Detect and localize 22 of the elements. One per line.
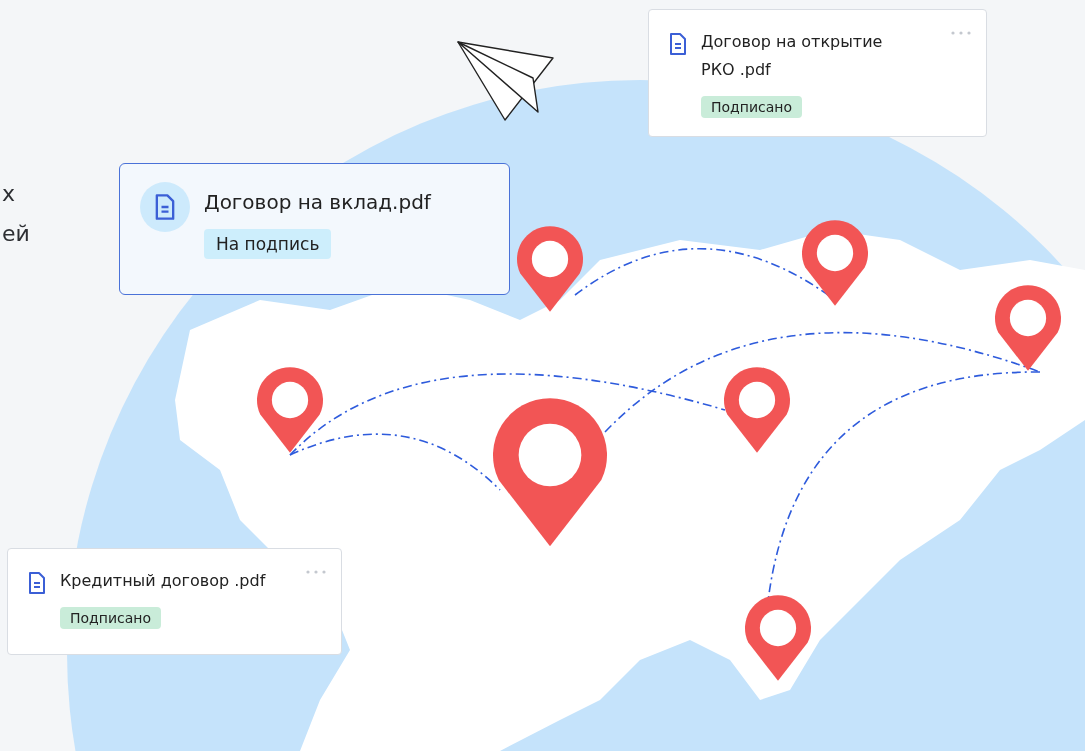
document-card[interactable]: Договор на вклад.pdf На подпись [119, 163, 510, 295]
file-name: Договор на открытие РКО .pdf [701, 31, 884, 81]
document-icon [28, 571, 46, 595]
map-pin-icon [493, 398, 607, 547]
file-name: Договор на вклад.pdf [204, 189, 431, 216]
paper-plane-icon [457, 41, 554, 121]
map-pin-icon [257, 367, 323, 453]
intro-text: ей [2, 220, 30, 248]
more-icon[interactable] [305, 569, 327, 575]
map-pin-icon [995, 285, 1061, 371]
status-badge: На подпись [204, 229, 332, 259]
document-icon [669, 32, 687, 56]
more-icon[interactable] [950, 30, 972, 36]
map-pin-icon [724, 367, 790, 453]
intro-text: х [2, 180, 17, 208]
document-icon [154, 193, 176, 221]
document-card[interactable]: Кредитный договор .pdf Подписано [7, 548, 342, 655]
status-badge: Подписано [60, 607, 162, 629]
file-name: Кредитный договор .pdf [60, 570, 266, 592]
document-card[interactable]: Договор на открытие РКО .pdf Подписано [648, 9, 987, 137]
status-badge: Подписано [701, 96, 803, 118]
map-pin-icon [745, 595, 811, 681]
